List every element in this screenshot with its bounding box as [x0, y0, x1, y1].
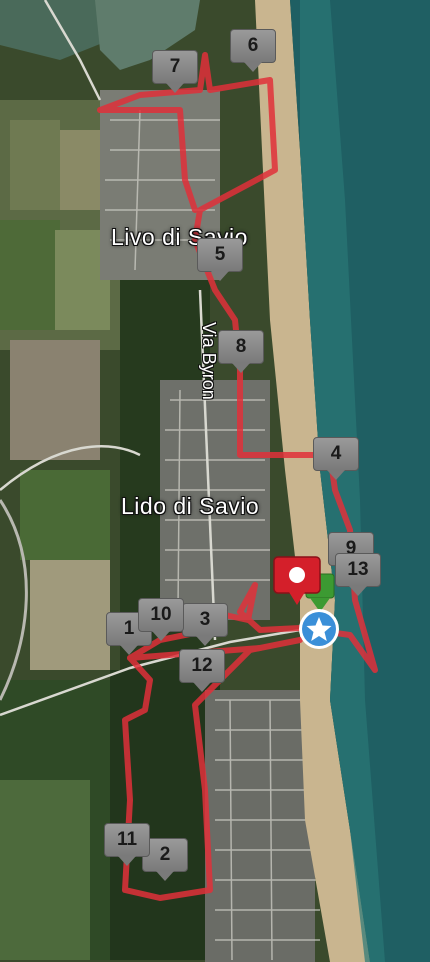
map-canvas[interactable]: Livo di Savio Lido di Savio Via Byron 1 …: [0, 0, 430, 962]
route-marker-label: 10: [138, 598, 184, 632]
route-marker-8[interactable]: 8: [218, 330, 264, 376]
route-marker-label: 7: [152, 50, 198, 84]
route-marker-label: 12: [179, 649, 225, 683]
route-marker-label: 11: [104, 823, 150, 857]
star-icon[interactable]: [296, 606, 342, 652]
route-marker-label: 4: [313, 437, 359, 471]
town-label-lido-di-savio: Lido di Savio: [121, 493, 260, 519]
route-marker-12[interactable]: 12: [179, 649, 225, 695]
route-marker-4[interactable]: 4: [313, 437, 359, 483]
route-marker-label: 5: [197, 238, 243, 272]
map-imagery: [0, 0, 430, 962]
route-marker-label: 6: [230, 29, 276, 63]
route-marker-10[interactable]: 10: [138, 598, 184, 644]
route-marker-label: 8: [218, 330, 264, 364]
route-marker-label: 3: [182, 603, 228, 637]
route-marker-3[interactable]: 3: [182, 603, 228, 649]
finish-dot-icon[interactable]: [273, 556, 321, 608]
route-marker-5[interactable]: 5: [197, 238, 243, 284]
road-label-via-byron: Via Byron: [199, 322, 219, 400]
route-marker-7[interactable]: 7: [152, 50, 198, 96]
route-marker-11[interactable]: 11: [104, 823, 150, 869]
route-marker-6[interactable]: 6: [230, 29, 276, 75]
